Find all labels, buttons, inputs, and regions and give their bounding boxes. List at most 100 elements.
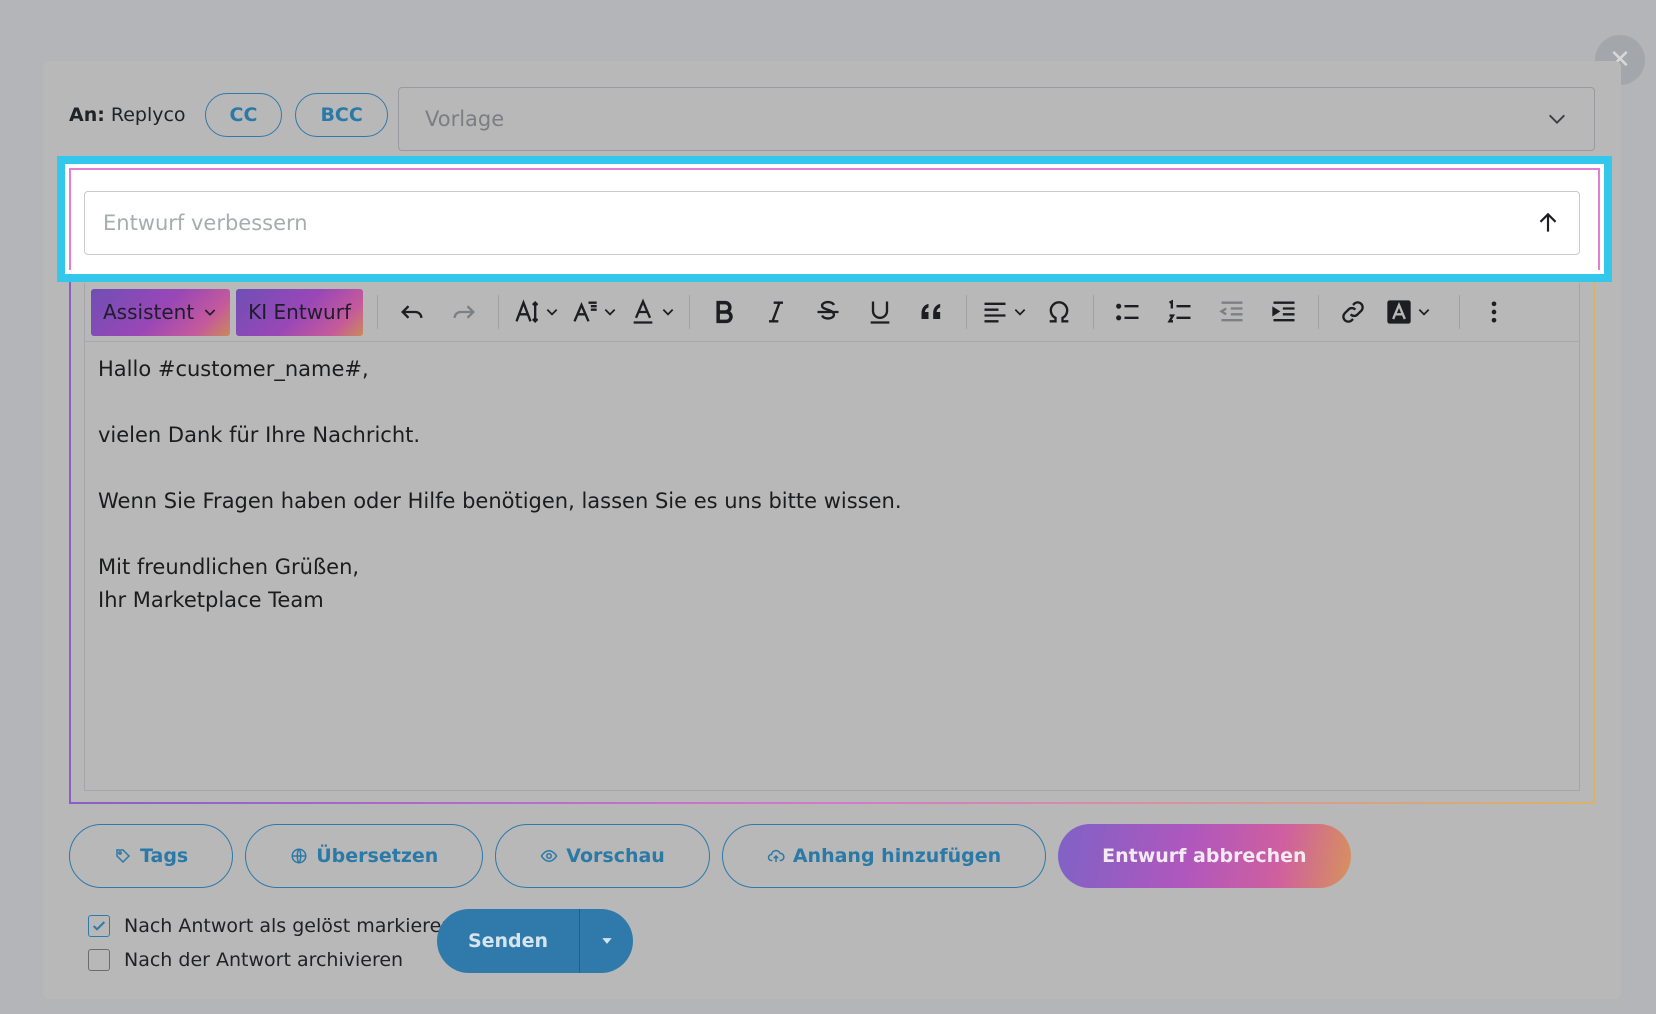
blockquote-button[interactable] xyxy=(912,292,952,332)
undo-button[interactable] xyxy=(392,292,432,332)
omega-icon xyxy=(1049,301,1069,323)
editor-line: Mit freundlichen Grüßen, xyxy=(98,555,360,579)
more-vertical-icon xyxy=(1491,301,1497,323)
tags-button[interactable]: Tags xyxy=(69,824,234,888)
align-left-icon xyxy=(984,302,1006,323)
eye-icon xyxy=(540,849,558,863)
font-size-button[interactable] xyxy=(513,292,559,332)
redo-icon xyxy=(453,305,475,319)
checkmark-icon xyxy=(92,921,106,931)
chevron-down-icon xyxy=(662,309,674,316)
link-button[interactable] xyxy=(1333,292,1373,332)
tag-icon xyxy=(116,849,131,864)
bold-button[interactable] xyxy=(704,292,744,332)
preview-label: Vorschau xyxy=(566,845,665,867)
mark-resolved-option[interactable]: Nach Antwort als gelöst markieren xyxy=(88,909,453,943)
text-color-button[interactable] xyxy=(629,292,675,332)
chevron-down-icon xyxy=(546,309,558,316)
globe-icon xyxy=(291,848,307,864)
numbered-list-icon xyxy=(1167,299,1191,323)
strikethrough-button[interactable] xyxy=(808,292,848,332)
underline-button[interactable] xyxy=(860,292,900,332)
highlight-button[interactable] xyxy=(1385,292,1431,332)
tags-label: Tags xyxy=(140,845,189,867)
text-color-icon xyxy=(633,298,653,324)
send-options-button[interactable] xyxy=(580,909,633,973)
bullet-list-icon xyxy=(1116,303,1139,321)
link-icon xyxy=(1342,301,1364,323)
improve-draft-input[interactable]: Entwurf verbessern xyxy=(84,191,1580,255)
quote-icon xyxy=(921,303,941,319)
archive-checkbox[interactable] xyxy=(88,949,110,971)
align-button[interactable] xyxy=(981,292,1027,332)
line-height-icon xyxy=(573,301,597,322)
chevron-down-icon xyxy=(604,309,616,316)
assistant-button[interactable]: Assistent xyxy=(91,288,231,336)
line-height-button[interactable] xyxy=(571,292,617,332)
recipient-row: An: Replyco CC BCC xyxy=(69,93,401,137)
editor-body[interactable]: Hallo #customer_name#, vielen Dank für I… xyxy=(98,353,1559,617)
editor-line: Hallo #customer_name#, xyxy=(98,357,369,381)
message-editor[interactable]: Assistent KI Entwurf Hallo #customer_nam… xyxy=(84,283,1580,791)
toolbar-divider xyxy=(498,295,499,329)
italic-icon xyxy=(769,301,783,323)
to-label: An: xyxy=(69,104,105,126)
arrow-up-icon[interactable] xyxy=(1535,210,1561,236)
cc-button[interactable]: CC xyxy=(204,93,283,137)
toolbar-divider xyxy=(966,295,967,329)
numbered-list-button[interactable] xyxy=(1160,292,1200,332)
preview-button[interactable]: Vorschau xyxy=(495,824,710,888)
toolbar-divider xyxy=(377,295,378,329)
editor-line xyxy=(98,452,1559,485)
underline-icon xyxy=(870,301,890,324)
italic-button[interactable] xyxy=(756,292,796,332)
reply-options: Nach Antwort als gelöst markieren Nach d… xyxy=(88,909,453,977)
indent-icon xyxy=(1272,301,1295,322)
chevron-down-icon xyxy=(1014,309,1026,316)
ai-draft-label: KI Entwurf xyxy=(248,300,351,324)
attach-button[interactable]: Anhang hinzufügen xyxy=(721,824,1047,888)
template-placeholder: Vorlage xyxy=(425,107,505,131)
to-value: Replyco xyxy=(110,104,186,126)
archive-label: Nach der Antwort archivieren xyxy=(124,949,404,971)
cloud-upload-icon xyxy=(767,849,785,862)
more-options-button[interactable] xyxy=(1474,292,1514,332)
send-button-group: Senden xyxy=(437,909,633,973)
assistant-label: Assistent xyxy=(103,300,195,324)
ai-draft-button[interactable]: KI Entwurf xyxy=(236,288,363,336)
send-button[interactable]: Senden xyxy=(437,909,580,973)
mark-resolved-label: Nach Antwort als gelöst markieren xyxy=(124,915,454,937)
toolbar-divider xyxy=(1093,295,1094,329)
indent-button[interactable] xyxy=(1264,292,1304,332)
chevron-down-icon xyxy=(1418,309,1430,316)
chevron-down-icon xyxy=(204,309,216,316)
attach-label: Anhang hinzufügen xyxy=(792,845,1002,867)
outdent-button[interactable] xyxy=(1212,292,1252,332)
chevron-down-icon xyxy=(1549,114,1565,124)
caret-down-icon xyxy=(601,938,612,944)
highlight-color-icon xyxy=(1387,300,1411,324)
improve-draft-placeholder: Entwurf verbessern xyxy=(103,211,308,235)
special-char-button[interactable] xyxy=(1039,292,1079,332)
mark-resolved-checkbox[interactable] xyxy=(88,915,110,937)
bcc-button[interactable]: BCC xyxy=(295,93,388,137)
toolbar-divider xyxy=(1318,295,1319,329)
translate-label: Übersetzen xyxy=(316,845,439,867)
action-row: Tags Übersetzen Vorschau Anhang hinzufüg… xyxy=(69,824,1351,888)
bold-icon xyxy=(716,300,733,324)
toolbar-divider xyxy=(689,295,690,329)
cancel-draft-button[interactable]: Entwurf abbrechen xyxy=(1058,824,1351,888)
undo-icon xyxy=(401,305,423,319)
editor-toolbar: Assistent KI Entwurf xyxy=(85,283,1579,342)
editor-line: vielen Dank für Ihre Nachricht. xyxy=(98,423,421,447)
redo-button[interactable] xyxy=(444,292,484,332)
archive-option[interactable]: Nach der Antwort archivieren xyxy=(88,943,453,977)
outdent-icon xyxy=(1219,301,1243,322)
editor-line: Wenn Sie Fragen haben oder Hilfe benötig… xyxy=(98,489,902,513)
editor-line: Ihr Marketplace Team xyxy=(98,588,324,612)
template-select[interactable]: Vorlage xyxy=(398,87,1595,151)
font-size-icon xyxy=(515,299,539,323)
bullet-list-button[interactable] xyxy=(1108,292,1148,332)
translate-button[interactable]: Übersetzen xyxy=(245,824,484,888)
toolbar-divider xyxy=(1459,295,1460,329)
